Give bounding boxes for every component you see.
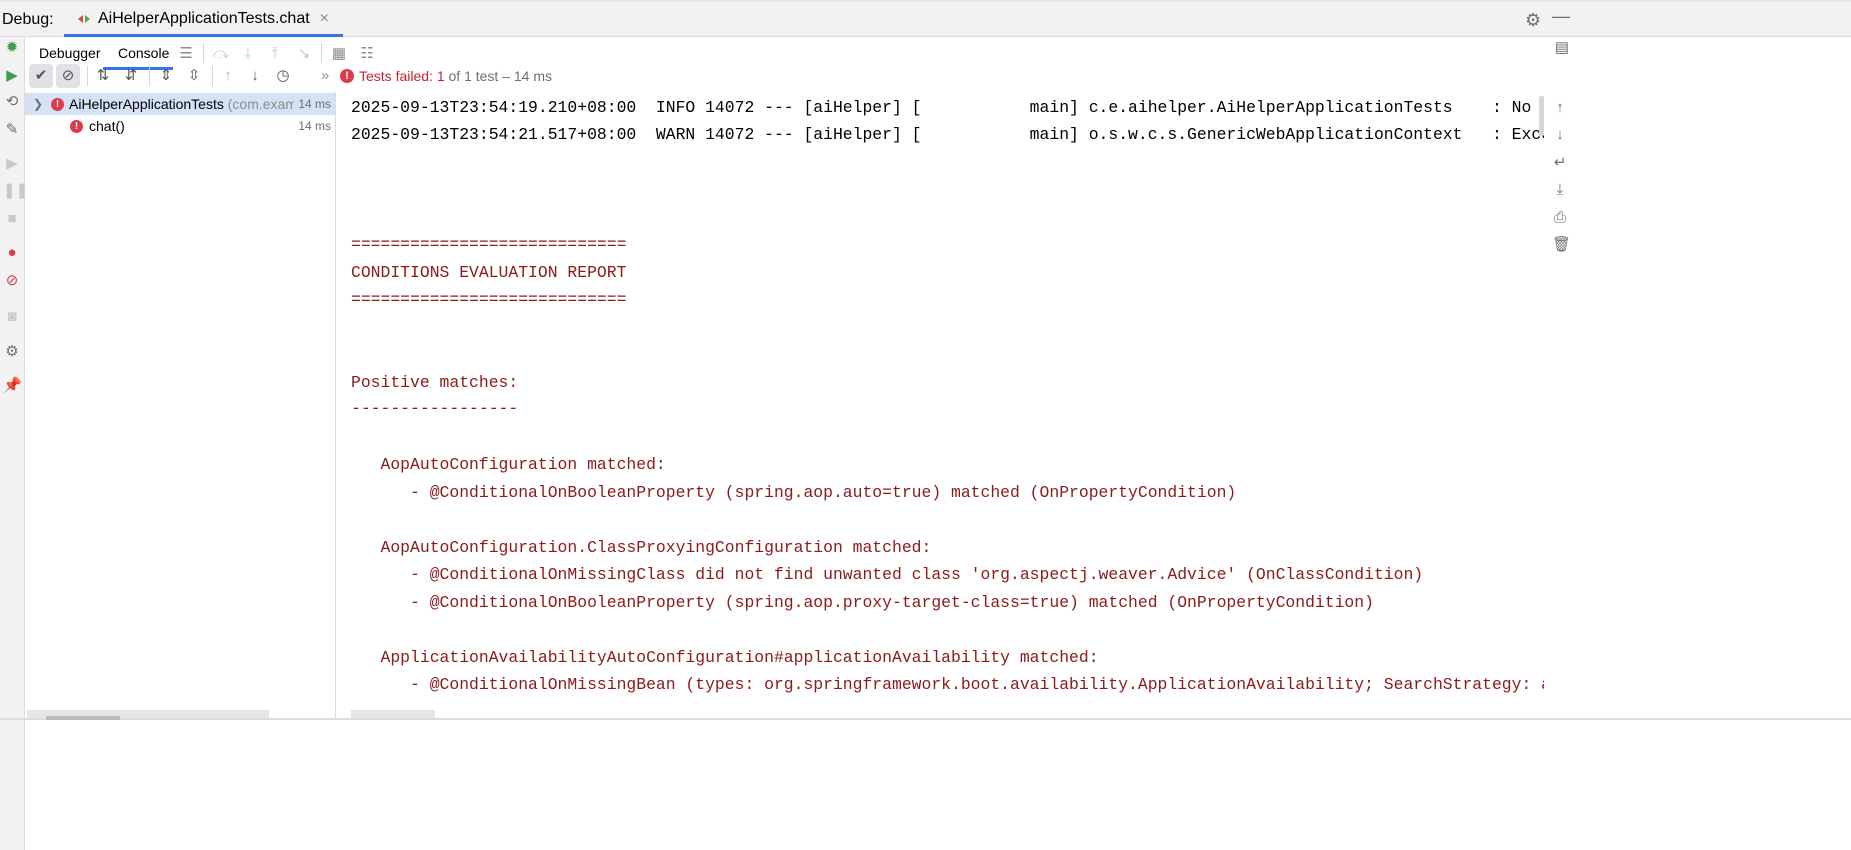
test-tree-panel: ❯ ! AiHelperApplicationTests (com.exam 1… — [25, 92, 336, 718]
console-line: 2025-09-13T23:54:19.210+08:00 INFO 14072… — [351, 98, 1544, 117]
more-actions-icon[interactable]: » — [313, 64, 337, 88]
console-line: - @ConditionalOnBooleanProperty (spring.… — [351, 483, 1237, 502]
run-to-cursor-icon[interactable]: ↘ — [295, 45, 313, 63]
console-line: AopAutoConfiguration.ClassProxyingConfig… — [351, 538, 932, 557]
next-failed-icon[interactable]: ↓ — [243, 64, 267, 88]
collapse-all-icon[interactable]: ⇳ — [182, 64, 206, 88]
expand-all-icon[interactable]: ⇕ — [154, 64, 178, 88]
show-passed-icon[interactable]: ✔ — [29, 64, 53, 88]
camera-icon[interactable]: ◙ — [3, 308, 21, 326]
test-failed-icon: ! — [340, 69, 354, 83]
console-line: ============================ — [351, 235, 627, 254]
down-arrow-icon[interactable]: ↓ — [1552, 127, 1568, 143]
sort-alphabetically-icon[interactable]: ⇅ — [91, 64, 115, 88]
left-debug-toolbar: ✹ ▶ ⟲ ✎ ▶ ❚❚ ■ ● ⊘ ◙ ⚙ 📌 — [0, 37, 28, 850]
wrench-icon[interactable]: ✎ — [3, 121, 21, 139]
test-class-name: AiHelperApplicationTests (com.exam — [69, 93, 297, 115]
test-method-name: chat() — [89, 118, 125, 134]
test-summary-rest: of 1 test – 14 ms — [444, 68, 553, 84]
test-class-package: (com.exam — [223, 96, 297, 112]
test-duration: 14 ms — [294, 93, 331, 115]
up-arrow-icon[interactable]: ↑ — [1552, 100, 1568, 116]
soft-wrap-icon[interactable]: ↵ — [1552, 155, 1568, 171]
pin-icon[interactable]: 📌 — [3, 377, 22, 395]
console-line: ----------------- — [351, 399, 519, 418]
console-line: 2025-09-13T23:54:21.517+08:00 WARN 14072… — [351, 125, 1544, 144]
evaluate-expression-icon[interactable]: ▦ — [330, 45, 348, 63]
console-line: CONDITIONS EVALUATION REPORT — [351, 263, 627, 282]
sort-by-duration-icon[interactable]: ⇵ — [119, 64, 143, 88]
console-output[interactable]: 2025-09-13T23:54:19.210+08:00 INFO 14072… — [336, 92, 1544, 718]
fail-icon: ! — [51, 98, 64, 111]
console-line: - @ConditionalOnMissingBean (types: org.… — [351, 675, 1544, 694]
debug-label: Debug: — [2, 11, 54, 28]
toolbar-separator — [212, 66, 213, 86]
rerun-debug-icon[interactable]: ✹ — [3, 39, 21, 57]
show-ignored-icon[interactable]: ⊘ — [56, 64, 80, 88]
toolbar-separator — [149, 66, 150, 86]
toolbar-separator — [87, 66, 88, 86]
settings-icon[interactable]: ⚙ — [3, 343, 21, 361]
tab-debugger[interactable]: Debugger — [39, 45, 101, 61]
previous-failed-icon[interactable]: ↑ — [216, 64, 240, 88]
debug-subtabs-bar: Debugger Console ☰ ⤼ ⤓ ⤒ ↘ ▦ ☷ — [25, 37, 1851, 71]
test-history-icon[interactable]: ◷ — [271, 64, 295, 88]
rerun-failed-icon[interactable]: ▶ — [3, 67, 21, 85]
resume-icon[interactable]: ▶ — [3, 155, 21, 173]
step-out-icon[interactable]: ⤒ — [266, 45, 284, 63]
scroll-to-end-icon[interactable]: ⤓ — [1552, 182, 1568, 198]
toolbar-separator — [321, 43, 322, 63]
console-line: ============================ — [351, 290, 627, 309]
minimize-icon[interactable]: — — [1552, 6, 1570, 27]
close-icon[interactable]: × — [320, 10, 329, 28]
failed-count: 1 — [436, 68, 445, 84]
tests-failed-label: Tests failed: — [359, 68, 437, 84]
console-horizontal-scrollbar[interactable] — [351, 710, 435, 718]
tree-row-test-method[interactable]: ! chat() 14 ms — [25, 115, 335, 137]
tab-debug-session[interactable]: AiHelperApplicationTests.chat × — [64, 4, 344, 37]
menu-icon[interactable]: ☰ — [177, 45, 195, 63]
attach-icon[interactable]: ⟲ — [3, 93, 21, 111]
console-line: AopAutoConfiguration matched: — [351, 455, 666, 474]
tab-label: AiHelperApplicationTests.chat — [98, 10, 310, 27]
print-icon[interactable]: ⎙ — [1552, 210, 1568, 226]
step-into-icon[interactable]: ⤓ — [239, 45, 257, 63]
pause-icon[interactable]: ❚❚ — [3, 182, 28, 200]
bottom-border — [0, 718, 1851, 720]
test-duration: 14 ms — [298, 119, 331, 133]
debug-title-bar: Debug: AiHelperApplicationTests.chat × ⚙… — [0, 2, 1851, 37]
toolbar-separator — [203, 43, 204, 63]
gear-icon[interactable]: ⚙ — [1525, 10, 1541, 31]
fail-icon: ! — [70, 120, 83, 133]
bottom-scroll-thumb[interactable] — [46, 716, 120, 720]
console-vertical-scrollbar[interactable] — [1539, 96, 1544, 136]
console-line: ApplicationAvailabilityAutoConfiguration… — [351, 648, 1099, 667]
mute-breakpoints-icon[interactable]: ⊘ — [3, 272, 21, 290]
trace-icon[interactable]: ☷ — [358, 45, 376, 63]
console-line: - @ConditionalOnBooleanProperty (spring.… — [351, 593, 1374, 612]
test-status-summary: Tests failed: 1 of 1 test – 14 ms — [359, 68, 552, 84]
test-class-label: AiHelperApplicationTests — [69, 96, 224, 112]
tree-row-test-class[interactable]: ❯ ! AiHelperApplicationTests (com.exam 1… — [25, 93, 335, 115]
console-line: Positive matches: — [351, 373, 519, 392]
clear-all-icon[interactable]: 🗑 — [1552, 237, 1571, 253]
step-over-icon[interactable]: ⤼ — [212, 45, 230, 63]
layout-icon[interactable]: ▤ — [1554, 40, 1570, 56]
test-run-icon — [78, 12, 92, 26]
stop-icon[interactable]: ■ — [3, 210, 21, 228]
tab-console[interactable]: Console — [118, 45, 169, 61]
view-breakpoints-icon[interactable]: ● — [3, 244, 21, 262]
console-line: - @ConditionalOnMissingClass did not fin… — [351, 565, 1424, 584]
chevron-down-icon[interactable]: ❯ — [33, 93, 43, 115]
